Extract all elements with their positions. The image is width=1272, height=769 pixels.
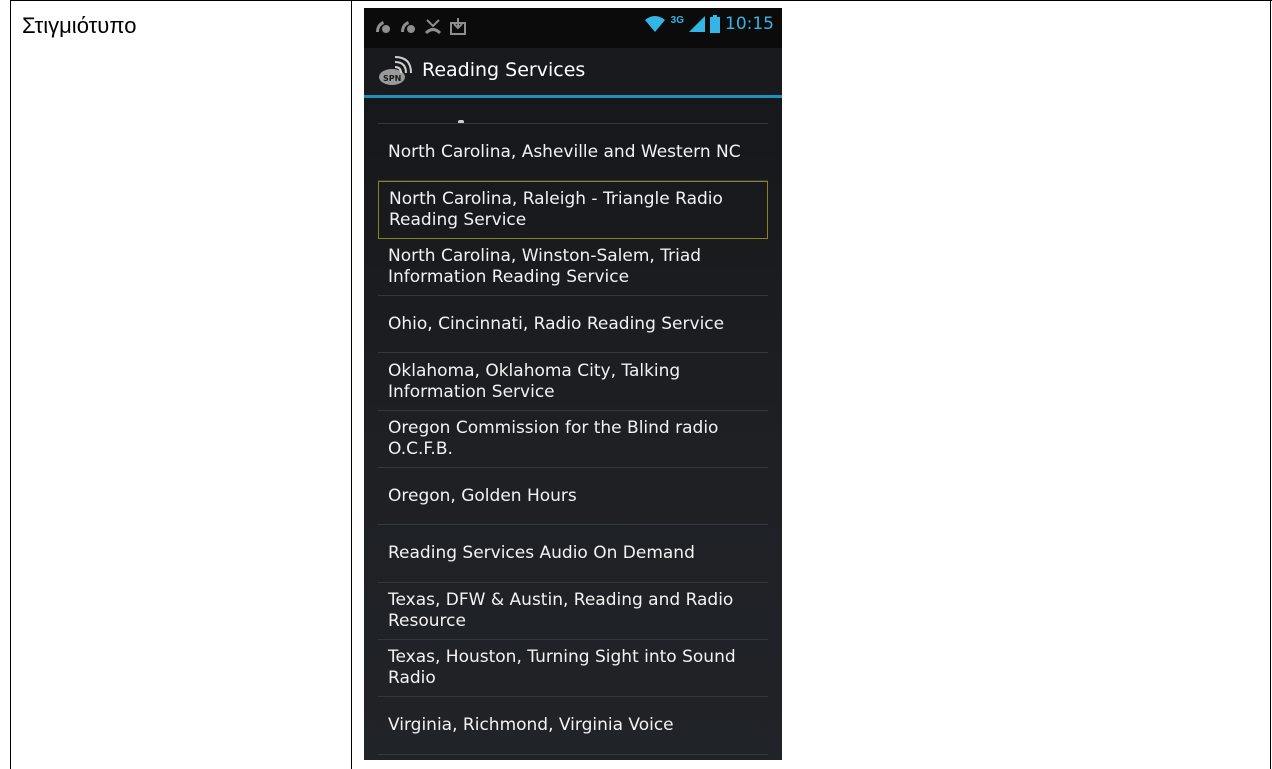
list-item[interactable]: Reading Services Audio On Demand — [378, 525, 768, 583]
list-item[interactable]: Virginia, Richmond, Virginia Voice — [378, 697, 768, 755]
table-middle-divider — [351, 0, 352, 769]
action-bar: SPN Reading Services — [364, 48, 782, 98]
table-right-border — [1270, 0, 1271, 769]
list-item[interactable]: Oregon, Golden Hours — [378, 468, 768, 525]
wifi-icon — [644, 16, 665, 32]
list-item[interactable]: Texas, Houston, Turning Sight into Sound… — [378, 640, 768, 697]
notification-icon — [376, 21, 390, 33]
list-item[interactable]: North Carolina, Winston-Salem, Triad Inf… — [378, 239, 768, 296]
document-label: Στιγμιότυπο — [22, 13, 137, 38]
spn-radio-app-icon[interactable]: SPN — [378, 56, 416, 86]
svg-text:SPN: SPN — [383, 74, 401, 83]
list-item[interactable]: Texas, DFW & Austin, Reading and Radio R… — [378, 583, 768, 640]
network-type-label: 3G — [670, 14, 684, 26]
list-item[interactable]: Ohio, Cincinnati, Radio Reading Service — [378, 296, 768, 353]
reading-services-list[interactable]: North Carolina, Asheville and Western NC… — [378, 98, 768, 760]
list-item[interactable]: North Carolina, Asheville and Western NC — [378, 124, 768, 181]
signal-icon — [689, 16, 705, 32]
list-item[interactable]: Oregon Commission for the Blind radio O.… — [378, 411, 768, 468]
download-icon — [450, 18, 466, 35]
missed-call-icon — [424, 19, 442, 35]
list-item[interactable]: Oklahoma, Oklahoma City, Talking Informa… — [378, 353, 768, 411]
clock: 10:15 — [725, 14, 774, 34]
status-bar: 3G 10:15 — [364, 8, 782, 48]
battery-icon — [710, 15, 720, 33]
app-title: Reading Services — [422, 59, 586, 81]
phone-screenshot: 3G 10:15 SPN Reading Services North Caro… — [364, 8, 782, 760]
table-left-border — [10, 0, 11, 769]
table-top-border — [10, 0, 1272, 1]
notification-icon — [401, 21, 415, 33]
list-item[interactable]: North Carolina, Raleigh - Triangle Radio… — [378, 181, 768, 239]
